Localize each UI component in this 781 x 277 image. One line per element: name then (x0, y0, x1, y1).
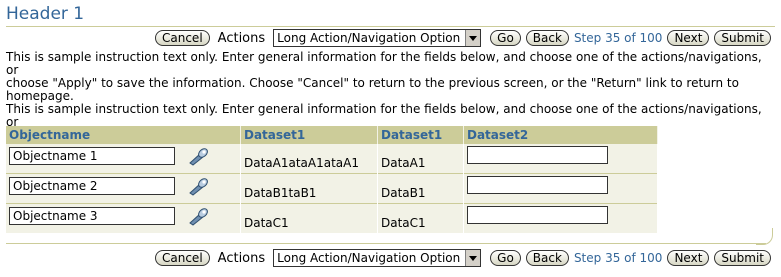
go-button[interactable]: Go (490, 250, 521, 266)
cancel-button[interactable]: Cancel (155, 250, 210, 266)
dataset1-cell: DataA1 (377, 143, 464, 174)
dataset2-input[interactable] (467, 176, 608, 194)
submit-button[interactable]: Submit (714, 30, 771, 46)
actions-select[interactable]: Long Action/Navigation Option 1 (273, 29, 482, 47)
column-header-dataset2: Dataset2 (463, 126, 658, 144)
objectname-input[interactable]: Objectname 3 (9, 207, 175, 225)
dataset1-cell: DataB1taB1 (240, 173, 378, 204)
dataset2-input[interactable] (467, 206, 608, 224)
flashlight-icon[interactable] (187, 176, 211, 196)
header-divider (6, 26, 775, 27)
dataset2-cell (463, 143, 658, 174)
submit-button[interactable]: Submit (714, 250, 771, 266)
next-button[interactable]: Next (667, 250, 710, 266)
actions-select[interactable]: Long Action/Navigation Option 1 (273, 249, 482, 267)
dataset2-cell (463, 203, 658, 233)
actions-select-value: Long Action/Navigation Option 1 (277, 31, 466, 45)
dataset1-cell: DataC1 (240, 203, 378, 233)
table-row: Objectname 2 DataB1taB1 DataB1 (6, 173, 658, 204)
dropdown-arrow-icon[interactable] (465, 30, 481, 46)
top-navigation-bar: Cancel Actions Long Action/Navigation Op… (155, 28, 771, 48)
go-button[interactable]: Go (490, 30, 521, 46)
dataset2-input[interactable] (467, 146, 608, 164)
column-header-dataset1: Dataset1 (240, 126, 378, 144)
instruction-line: choose "Apply" to save the information. … (6, 76, 739, 103)
objectname-cell: Objectname 3 (6, 203, 241, 233)
footer-divider (6, 243, 766, 244)
table-row: Objectname 3 DataC1 DataC1 (6, 203, 658, 233)
column-header-dataset1: Dataset1 (377, 126, 464, 144)
table-row: Objectname 1 DataA1ataA1ataA1 DataA1 (6, 143, 658, 174)
objectname-input[interactable]: Objectname 2 (9, 177, 175, 195)
actions-label: Actions (217, 30, 266, 46)
column-header-objectname: Objectname (6, 126, 241, 144)
flashlight-icon[interactable] (187, 206, 211, 226)
table-header-row: Objectname Dataset1 Dataset1 Dataset2 (6, 126, 658, 144)
step-indicator: Step 35 of 100 (573, 31, 663, 45)
bottom-navigation-bar: Cancel Actions Long Action/Navigation Op… (155, 248, 771, 268)
objectname-input[interactable]: Objectname 1 (9, 147, 175, 165)
instruction-line: This is sample instruction text only. En… (6, 50, 762, 77)
dropdown-arrow-icon[interactable] (465, 250, 481, 266)
dataset1-cell: DataA1ataA1ataA1 (240, 143, 378, 174)
back-button[interactable]: Back (525, 250, 569, 266)
actions-label: Actions (217, 250, 266, 266)
actions-select-value: Long Action/Navigation Option 1 (277, 251, 466, 265)
data-table: Objectname Dataset1 Dataset1 Dataset2 Ob… (6, 126, 658, 233)
objectname-cell: Objectname 2 (6, 173, 241, 204)
dataset1-cell: DataC1 (377, 203, 464, 233)
dataset1-cell: DataB1 (377, 173, 464, 204)
dataset2-cell (463, 173, 658, 204)
cancel-button[interactable]: Cancel (155, 30, 210, 46)
page-header: Header 1 (6, 4, 85, 24)
flashlight-icon[interactable] (187, 146, 211, 166)
step-indicator: Step 35 of 100 (573, 251, 663, 265)
back-button[interactable]: Back (525, 30, 569, 46)
objectname-cell: Objectname 1 (6, 143, 241, 174)
next-button[interactable]: Next (667, 30, 710, 46)
